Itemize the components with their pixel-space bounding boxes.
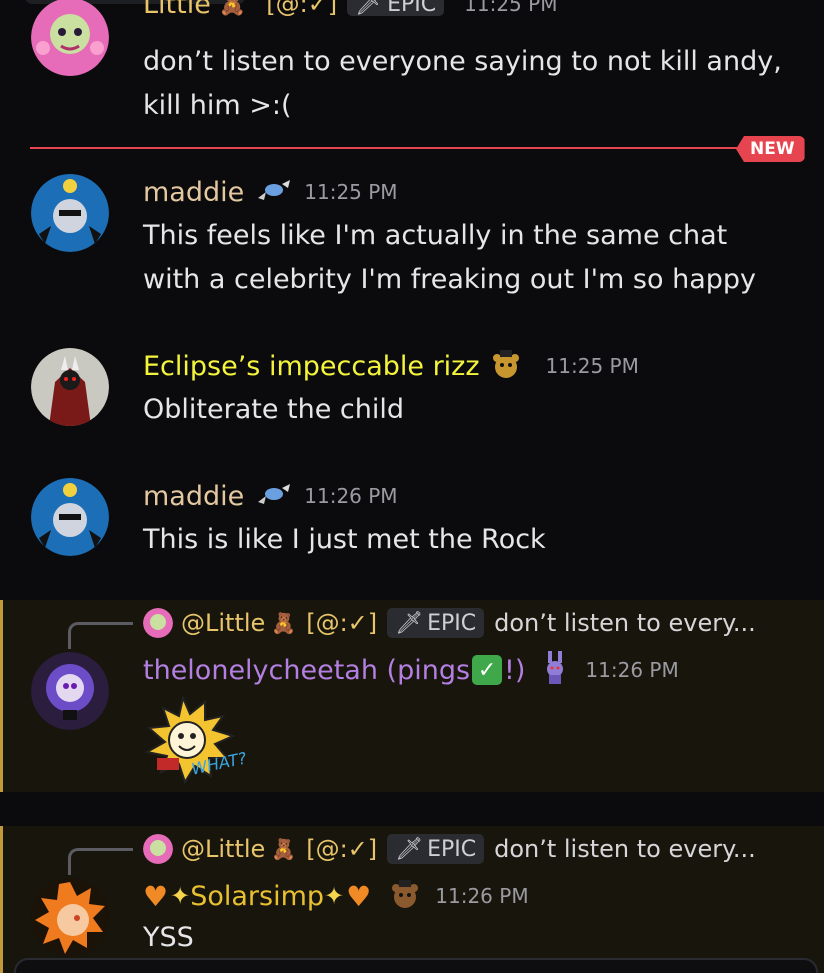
bonnie-icon bbox=[543, 651, 567, 689]
timestamp: 11:26 PM bbox=[304, 484, 398, 508]
sword-icon: 🗡 bbox=[355, 0, 384, 17]
author-name[interactable]: thelonelycheetah (pings bbox=[143, 655, 470, 686]
blue-character-avatar[interactable] bbox=[31, 174, 109, 252]
timestamp: 11:25 PM bbox=[545, 354, 639, 378]
author-name[interactable]: maddie bbox=[143, 177, 244, 208]
sword-icon: 🗡 bbox=[395, 836, 424, 862]
check-mark-icon: ✓ bbox=[472, 655, 503, 685]
reply-author-suffix: [@:✓] bbox=[306, 835, 378, 863]
timestamp: 11:25 PM bbox=[304, 180, 398, 204]
sword-icon: 🗡 bbox=[395, 610, 424, 636]
message-header: thelonelycheetah (pings ✓ !) 11:26 PM bbox=[143, 650, 679, 690]
message-line: Obliterate the child bbox=[143, 394, 405, 425]
reply-author[interactable]: @Little bbox=[181, 609, 265, 637]
epic-tag: 🗡 EPIC bbox=[347, 0, 445, 17]
message-header: ♥ ✦ Solarsimp ✦ ♥ 11:26 PM bbox=[143, 876, 529, 916]
candy-icon bbox=[254, 178, 294, 206]
teddy-bear-icon: 🧸 bbox=[218, 0, 247, 17]
purple-character-avatar[interactable] bbox=[31, 652, 109, 730]
orange-heart-icon: ♥ bbox=[346, 879, 372, 913]
teddy-bear-icon: 🧸 bbox=[271, 611, 297, 635]
pink-character-avatar bbox=[143, 608, 173, 638]
reply-preview: don’t listen to every... bbox=[494, 835, 756, 863]
reply-connector bbox=[68, 848, 133, 875]
message-line: This feels like I'm actually in the same… bbox=[143, 220, 728, 251]
epic-tag: 🗡 EPIC bbox=[387, 608, 485, 638]
message-line: kill him >:( bbox=[143, 90, 292, 121]
reply-reference[interactable]: @Little 🧸 [@:✓] 🗡 EPIC don’t listen to e… bbox=[143, 829, 756, 869]
sun-sticker[interactable]: WHAT? bbox=[143, 694, 248, 786]
message-content: Obliterate the child bbox=[143, 388, 783, 432]
timestamp: 11:25 PM bbox=[464, 0, 558, 16]
reply-author-suffix: [@:✓] bbox=[306, 609, 378, 637]
pink-character-avatar bbox=[143, 834, 173, 864]
teddy-bear-icon: 🧸 bbox=[271, 837, 297, 861]
message-line: don’t listen to everyone saying to not k… bbox=[143, 46, 782, 77]
sparkles-icon: ✦ bbox=[324, 882, 345, 910]
author-name[interactable]: Eclipse’s impeccable rizz bbox=[143, 351, 480, 382]
orange-character-avatar[interactable] bbox=[31, 878, 109, 956]
freddy-icon bbox=[389, 878, 421, 914]
candy-icon bbox=[254, 482, 294, 510]
message-header: Eclipse’s impeccable rizz 11:25 PM bbox=[143, 346, 639, 386]
new-messages-label: NEW bbox=[736, 136, 805, 162]
freddy-icon bbox=[490, 348, 522, 384]
red-character-avatar[interactable] bbox=[31, 348, 109, 426]
message-header: Little 🧸 [@:✓] 🗡 EPIC 11:25 PM bbox=[143, 0, 557, 24]
orange-heart-icon: ♥ bbox=[143, 879, 169, 913]
author-name-end: !) bbox=[504, 654, 526, 686]
timestamp: 11:26 PM bbox=[585, 658, 679, 682]
epic-tag: 🗡 EPIC bbox=[387, 834, 485, 864]
author-name[interactable]: maddie bbox=[143, 481, 244, 512]
new-messages-divider bbox=[30, 147, 770, 149]
message-line: This is like I just met the Rock bbox=[143, 524, 546, 555]
message-header: maddie 11:25 PM bbox=[143, 172, 398, 212]
message-content: This is like I just met the Rock bbox=[143, 518, 783, 562]
author-suffix: [@:✓] bbox=[266, 0, 338, 18]
reply-preview: don’t listen to every... bbox=[494, 609, 756, 637]
reply-connector bbox=[68, 622, 133, 649]
message-input-bar[interactable] bbox=[14, 958, 818, 973]
sparkles-icon: ✦ bbox=[170, 882, 191, 910]
blue-character-avatar[interactable] bbox=[31, 478, 109, 556]
message-content: This feels like I'm actually in the same… bbox=[143, 214, 783, 302]
chat-view: Little 🧸 [@:✓] 🗡 EPIC 11:25 PM don’t lis… bbox=[0, 0, 824, 973]
timestamp: 11:26 PM bbox=[435, 884, 529, 908]
pink-character-avatar[interactable] bbox=[31, 0, 109, 78]
message-content: YSS bbox=[143, 916, 783, 960]
author-name[interactable]: Solarsimp bbox=[190, 881, 324, 912]
reply-author[interactable]: @Little bbox=[181, 835, 265, 863]
message-line: YSS bbox=[143, 922, 194, 953]
message-line: with a celebrity I'm freaking out I'm so… bbox=[143, 264, 757, 295]
message-content: don’t listen to everyone saying to not k… bbox=[143, 40, 783, 128]
message-header: maddie 11:26 PM bbox=[143, 476, 398, 516]
author-name[interactable]: Little bbox=[143, 0, 211, 20]
reply-reference[interactable]: @Little 🧸 [@:✓] 🗡 EPIC don’t listen to e… bbox=[143, 603, 756, 643]
